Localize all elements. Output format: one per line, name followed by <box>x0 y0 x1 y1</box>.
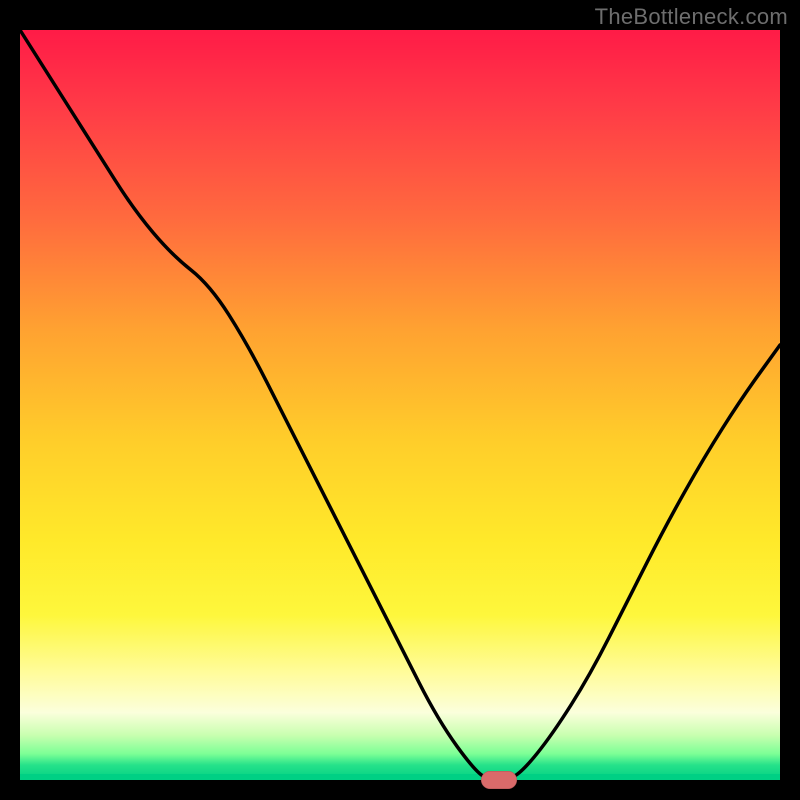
watermark-label: TheBottleneck.com <box>595 4 788 30</box>
bottleneck-curve <box>20 30 780 780</box>
curve-path <box>20 30 780 780</box>
optimal-point-marker <box>481 771 517 789</box>
plot-area <box>20 30 780 780</box>
chart-frame: TheBottleneck.com <box>0 0 800 800</box>
